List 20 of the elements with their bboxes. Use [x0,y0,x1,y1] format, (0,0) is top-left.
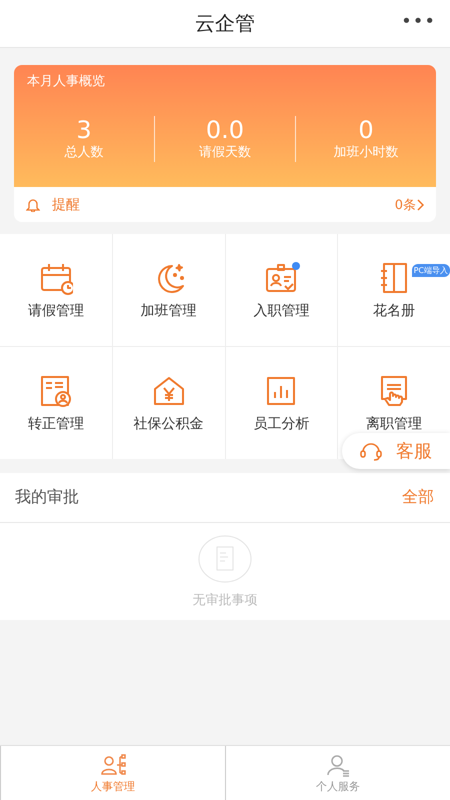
person-icon [325,752,351,776]
chevron-right-icon [416,198,424,210]
stat-value: 3 [76,116,92,144]
empty-document-icon [198,534,252,582]
stat-label: 加班小时数 [334,144,398,162]
page-title: 云企管 [195,10,255,37]
overview-title: 本月人事概览 [26,73,106,90]
reminder-label: 提醒 [52,196,81,214]
empty-message: 无审批事项 [192,592,258,608]
more-menu[interactable]: ••• [401,11,436,32]
stat-label: 请假天数 [199,144,251,162]
section-title: 我的审批 [15,487,79,508]
certificate-icon [38,374,73,408]
people-icon [100,752,126,776]
bell-icon [26,197,40,212]
stat-label: 总人数 [64,144,104,162]
stat-value: 0 [358,116,374,144]
import-tag: PC端导入 [412,264,450,277]
stat-value: 0.0 [206,116,244,144]
headset-icon [360,441,382,461]
